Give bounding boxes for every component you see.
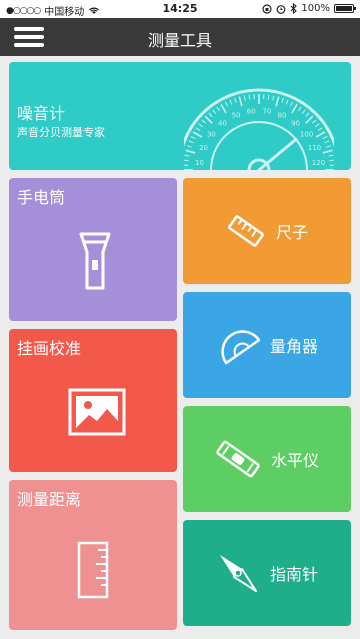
picture-frame-icon bbox=[68, 388, 126, 436]
gauge-tick bbox=[301, 109, 306, 114]
gauge-tick bbox=[195, 127, 201, 131]
gauge-tick-label: 110 bbox=[308, 144, 321, 152]
tile-level[interactable]: 水平仪 bbox=[183, 406, 351, 512]
tile-level-title: 水平仪 bbox=[270, 451, 319, 470]
gauge-tick bbox=[285, 99, 289, 105]
gauge-tick-label: 30 bbox=[207, 130, 216, 138]
gauge-tick bbox=[324, 140, 330, 144]
bluetooth-icon bbox=[291, 3, 298, 14]
gauge-tick bbox=[220, 103, 227, 114]
gauge-tick bbox=[315, 131, 326, 138]
status-bar: ●○○○○ 中国移动 14:25 100% bbox=[0, 0, 360, 18]
gauge-icon: 10 20 3040 50 60 70 80 90100 110 120 bbox=[184, 88, 334, 170]
gauge-tick bbox=[238, 96, 243, 107]
gauge-tick-label: 100 bbox=[300, 130, 313, 138]
gauge-tick bbox=[184, 154, 190, 157]
gauge-tick bbox=[317, 127, 323, 131]
gauge-tick bbox=[204, 115, 213, 124]
spirit-level-icon bbox=[216, 440, 260, 478]
compass-icon bbox=[219, 555, 257, 592]
gauge-tick bbox=[326, 145, 332, 148]
gauge-tick bbox=[315, 123, 320, 128]
gauge-tick bbox=[184, 159, 189, 162]
gauge-tick-label: 50 bbox=[232, 112, 241, 120]
tile-measure-distance-title: 测量距离 bbox=[17, 490, 82, 509]
battery-percent: 100% bbox=[301, 3, 330, 14]
alarm-icon bbox=[277, 4, 286, 14]
tile-protractor[interactable]: 量角器 bbox=[183, 292, 351, 398]
gauge-tick bbox=[291, 103, 298, 114]
gauge-tick bbox=[312, 119, 317, 124]
gauge-tick bbox=[185, 149, 196, 154]
gauge-tick bbox=[234, 97, 237, 103]
tile-hang-picture-title: 挂画校准 bbox=[17, 339, 82, 358]
gauge-tick bbox=[224, 101, 229, 107]
gauge-tick-label: 20 bbox=[199, 144, 208, 152]
gauge-tick bbox=[248, 94, 251, 100]
gauge-tick bbox=[322, 149, 333, 154]
tile-ruler[interactable]: 尺子 bbox=[183, 178, 351, 284]
gauge-tick bbox=[275, 96, 280, 107]
gauge-inner-arc bbox=[210, 121, 308, 170]
gauge-tick bbox=[329, 159, 334, 162]
tile-noise-meter-subtitle: 声音分贝测量专家 bbox=[17, 126, 105, 139]
measuring-scale-icon bbox=[77, 541, 109, 599]
gauge-tick-label: 80 bbox=[278, 112, 287, 120]
gauge-tick bbox=[190, 135, 196, 140]
page-title: 测量工具 bbox=[147, 31, 212, 50]
tile-flashlight[interactable]: 手电筒 bbox=[9, 178, 177, 321]
gauge-tick-label: 70 bbox=[262, 108, 271, 116]
gauge-tick bbox=[272, 95, 275, 101]
gauge-tick-label: 120 bbox=[312, 159, 325, 167]
battery-icon bbox=[334, 4, 356, 13]
lock-rotation-icon bbox=[262, 3, 273, 14]
tile-protractor-title: 量角器 bbox=[269, 337, 318, 356]
flashlight-icon bbox=[79, 232, 111, 290]
gauge-tick bbox=[208, 112, 213, 117]
tile-ruler-title: 尺子 bbox=[275, 223, 308, 242]
gauge-tick bbox=[305, 115, 314, 124]
tile-compass[interactable]: 指南针 bbox=[183, 520, 351, 626]
gauge-tick bbox=[305, 112, 310, 117]
tile-measure-distance[interactable]: 测量距离 bbox=[9, 480, 177, 630]
tile-flashlight-title: 手电筒 bbox=[17, 188, 66, 207]
gauge-tick bbox=[289, 101, 294, 107]
gauge-tick-label: 10 bbox=[195, 159, 204, 167]
gauge-tick bbox=[229, 99, 233, 105]
gauge-tick bbox=[198, 123, 203, 128]
gauge-tick bbox=[243, 95, 246, 101]
gauge-tick bbox=[267, 94, 270, 100]
gauge-tick bbox=[192, 131, 203, 138]
gauge-tick-label: 40 bbox=[218, 119, 227, 127]
tile-compass-title: 指南针 bbox=[269, 565, 318, 584]
gauge-tick bbox=[216, 106, 220, 112]
tile-hang-picture[interactable]: 挂画校准 bbox=[9, 329, 177, 472]
gauge-tick bbox=[188, 140, 194, 144]
gauge-needle bbox=[257, 137, 298, 170]
tile-noise-meter[interactable]: 噪音计 声音分贝测量专家 10 20 30 40 50 60 70 80 90 100 110 120 bbox=[9, 62, 351, 170]
gauge-tick bbox=[328, 154, 334, 157]
tile-noise-meter-title: 噪音计 bbox=[17, 104, 66, 123]
gauge-tick bbox=[281, 97, 284, 103]
gauge-tick bbox=[186, 145, 192, 148]
protractor-icon bbox=[221, 330, 260, 365]
gauge-tick bbox=[298, 106, 302, 112]
gauge-tick-label: 90 bbox=[291, 119, 300, 127]
gauge-tick-label: 60 bbox=[247, 108, 256, 116]
ruler-icon bbox=[228, 215, 264, 247]
gauge-tick bbox=[212, 109, 217, 114]
gauge-tick bbox=[322, 135, 328, 140]
gauge-tick bbox=[201, 119, 206, 124]
nav-bar: 测量工具 bbox=[0, 18, 360, 56]
